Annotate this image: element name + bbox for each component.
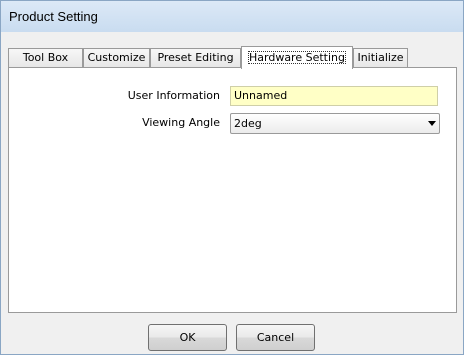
- ok-button-label: OK: [179, 331, 196, 344]
- ok-button[interactable]: OK: [148, 324, 227, 351]
- viewing-angle-label: Viewing Angle: [142, 116, 220, 129]
- tab-label: Tool Box: [22, 51, 69, 64]
- tab-initialize[interactable]: Initialize: [353, 48, 408, 68]
- tab-hardware-setting[interactable]: Hardware Setting: [241, 46, 353, 69]
- tab-customize[interactable]: Customize: [83, 48, 150, 68]
- tab-label: Preset Editing: [157, 51, 234, 64]
- tab-preset-editing[interactable]: Preset Editing: [150, 48, 241, 68]
- user-information-input[interactable]: Unnamed: [230, 86, 438, 106]
- chevron-down-icon: [428, 121, 436, 126]
- hardware-setting-panel: User Information Unnamed Viewing Angle 2…: [8, 67, 457, 313]
- title-bar[interactable]: Product Setting: [1, 1, 463, 32]
- user-information-label: User Information: [127, 89, 220, 102]
- viewing-angle-value: 2deg: [234, 117, 262, 130]
- tab-strip: Tool Box Customize Preset Editing Hardwa…: [8, 46, 464, 69]
- user-information-value: Unnamed: [234, 89, 288, 102]
- tab-tool-box[interactable]: Tool Box: [8, 48, 83, 68]
- viewing-angle-select[interactable]: 2deg: [230, 113, 440, 134]
- window-title: Product Setting: [9, 9, 98, 24]
- tab-label: Hardware Setting: [248, 51, 346, 64]
- product-setting-dialog: Product Setting Tool Box Customize Prese…: [0, 0, 464, 355]
- tab-label: Initialize: [357, 51, 404, 64]
- cancel-button-label: Cancel: [256, 331, 295, 344]
- tab-label: Customize: [87, 51, 146, 64]
- cancel-button[interactable]: Cancel: [236, 324, 315, 351]
